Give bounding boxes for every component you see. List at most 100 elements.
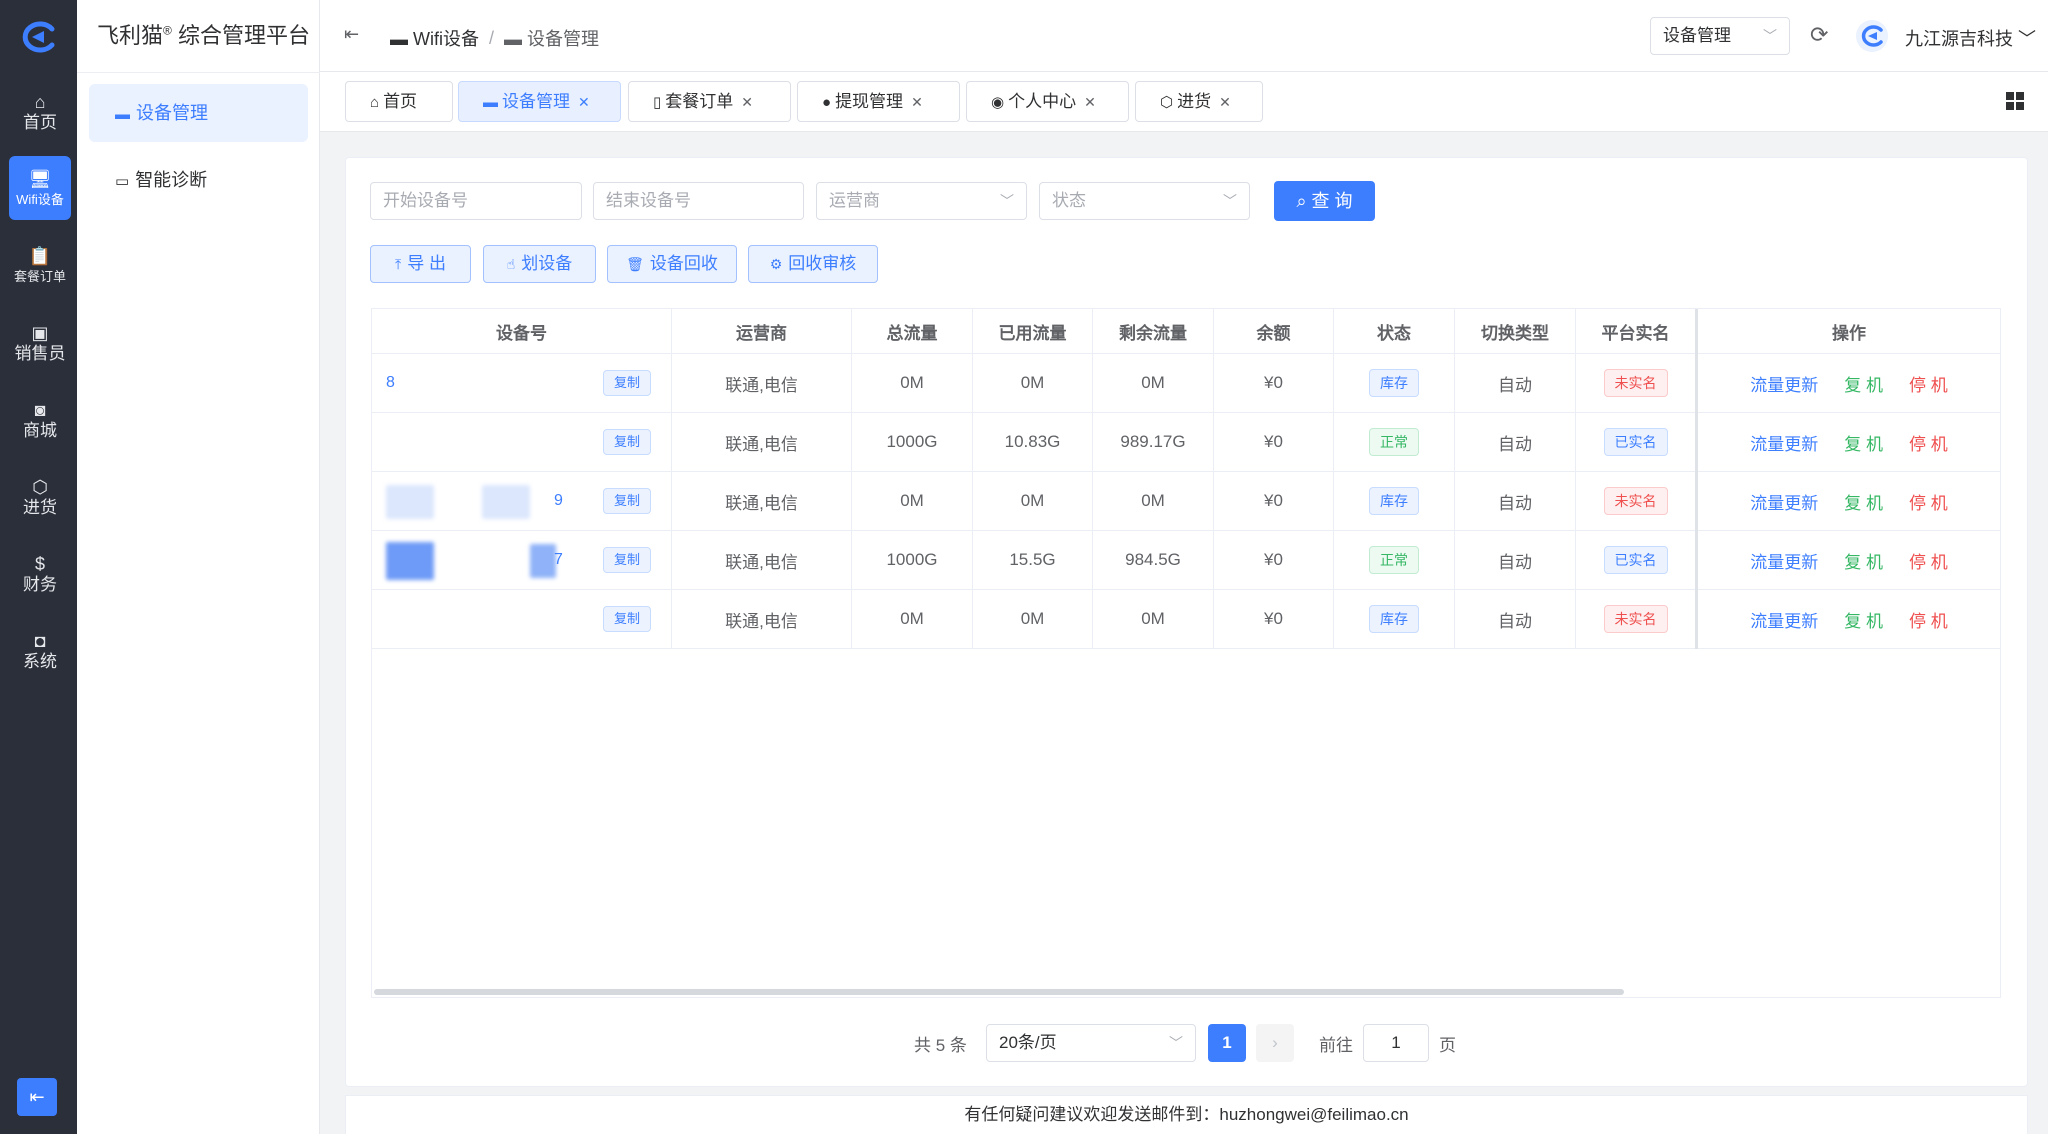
rail-item-shop[interactable]: ◙ 商城 [9, 387, 71, 451]
rail-item-label: 首页 [23, 113, 57, 132]
page-size-select[interactable]: 20条/页 ﹀ [986, 1024, 1196, 1062]
tab-purchase[interactable]: ⬡ 进货 ✕ [1135, 81, 1263, 122]
tab-label: 进货 [1177, 92, 1212, 111]
rail-item-package-orders[interactable]: 📋 套餐订单 [9, 233, 71, 297]
query-button[interactable]: ⌕ 查 询 [1274, 181, 1375, 221]
column-header-used-flow[interactable]: 已用流量 [973, 309, 1093, 354]
query-label: 查 询 [1311, 191, 1353, 211]
resume-link[interactable]: 复 机 [1844, 371, 1883, 396]
rail-item-finance[interactable]: $ 财务 [9, 541, 71, 605]
page-size-value: 20条/页 [999, 1033, 1057, 1052]
close-icon[interactable]: ✕ [578, 94, 590, 110]
flow-update-link[interactable]: 流量更新 [1750, 489, 1818, 514]
next-page-button[interactable]: › [1256, 1024, 1294, 1062]
resume-link[interactable]: 复 机 [1844, 548, 1883, 573]
balance-cell: ¥0 [1214, 472, 1334, 530]
tab-label: 设备管理 [502, 92, 570, 111]
copy-button[interactable]: 复制 [603, 488, 652, 514]
operator-cell: 联通,电信 [672, 590, 852, 648]
breadcrumb-item-wifi[interactable]: ▬ Wifi设备 [390, 25, 479, 51]
tab-label: 首页 [383, 92, 418, 111]
column-header-realname[interactable]: 平台实名 [1576, 309, 1696, 354]
column-header-remaining-flow[interactable]: 剩余流量 [1093, 309, 1214, 354]
goto-page-input[interactable]: 1 [1363, 1024, 1429, 1062]
start-device-input[interactable]: 开始设备号 [370, 182, 582, 220]
suspend-link[interactable]: 停 机 [1909, 430, 1948, 455]
rail-item-purchase[interactable]: ⬡ 进货 [9, 464, 71, 528]
flow-update-link[interactable]: 流量更新 [1750, 607, 1818, 632]
monitor-icon: ▬ [390, 29, 414, 49]
resume-link[interactable]: 复 机 [1844, 430, 1883, 455]
column-header-total-flow[interactable]: 总流量 [852, 309, 973, 354]
rail-item-wifi-device[interactable]: 🖥 Wifi设备 [9, 156, 71, 220]
tab-personal-center[interactable]: ◉ 个人中心 ✕ [966, 81, 1129, 122]
rail-item-system[interactable]: ◘ 系统 [9, 618, 71, 682]
rail-item-label: 套餐订单 [13, 269, 66, 284]
operator-select[interactable]: 运营商 ﹀ [816, 182, 1027, 220]
column-header-device-no[interactable]: 设备号 [372, 309, 672, 354]
page-number-current[interactable]: 1 [1208, 1024, 1246, 1062]
copy-button[interactable]: 复制 [603, 606, 652, 632]
rail-item-salesperson[interactable]: ▣ 销售员 [9, 310, 71, 374]
suspend-link[interactable]: 停 机 [1909, 489, 1948, 514]
clipboard-icon: ▯ [653, 94, 662, 111]
close-icon[interactable]: ✕ [1084, 94, 1096, 110]
export-button[interactable]: ⤒ 导 出 [370, 245, 471, 283]
flow-update-link[interactable]: 流量更新 [1750, 371, 1818, 396]
tab-withdraw-management[interactable]: ● 提现管理 ✕ [797, 81, 960, 122]
close-icon[interactable]: ✕ [911, 94, 923, 110]
recycle-review-button[interactable]: ⚙ 回收审核 [748, 245, 878, 283]
grid-menu-icon[interactable] [2006, 92, 2024, 110]
column-header-operator[interactable]: 运营商 [672, 309, 852, 354]
tab-package-orders[interactable]: ▯ 套餐订单 ✕ [628, 81, 791, 122]
device-no-cell: 7 复制 [372, 531, 672, 589]
assign-device-button[interactable]: ☝ 划设备 [483, 245, 596, 283]
actions-cell: 流量更新 复 机 停 机 [1696, 354, 2000, 412]
sidebar-item-device-management[interactable]: ▬ 设备管理 [89, 84, 308, 142]
device-no-redacted: 9 [386, 485, 576, 519]
sidebar-item-smart-diagnosis[interactable]: ▭ 智能诊断 [89, 151, 308, 209]
end-device-input[interactable]: 结束设备号 [593, 182, 804, 220]
user-menu[interactable]: 九江源吉科技 ﹀ [1905, 25, 2036, 51]
device-recycle-button[interactable]: 🗑 设备回收 [607, 245, 737, 283]
screen-icon: ▭ [115, 173, 130, 190]
resume-link[interactable]: 复 机 [1844, 607, 1883, 632]
coin-icon: ● [822, 94, 832, 111]
column-header-status[interactable]: 状态 [1334, 309, 1455, 354]
suspend-link[interactable]: 停 机 [1909, 371, 1948, 396]
copy-button[interactable]: 复制 [603, 429, 652, 455]
rail-item-home[interactable]: ⌂ 首页 [9, 79, 71, 143]
suspend-link[interactable]: 停 机 [1909, 607, 1948, 632]
column-header-switch-type[interactable]: 切换类型 [1455, 309, 1576, 354]
remaining-flow-cell: 0M [1093, 590, 1214, 648]
fold-sidebar-icon[interactable]: ⇤ [344, 24, 359, 45]
close-icon[interactable]: ✕ [1219, 94, 1231, 110]
horizontal-scrollbar[interactable] [374, 989, 1624, 995]
chevron-right-icon: › [1272, 1033, 1278, 1052]
module-select[interactable]: 设备管理 ﹀ [1650, 17, 1790, 55]
remaining-flow-cell: 984.5G [1093, 531, 1214, 589]
close-icon[interactable]: ✕ [741, 94, 753, 110]
tab-device-management[interactable]: ▬ 设备管理 ✕ [458, 81, 621, 122]
refresh-icon[interactable]: ⟳ [1810, 22, 1828, 48]
avatar[interactable] [1856, 20, 1888, 52]
flow-update-link[interactable]: 流量更新 [1750, 430, 1818, 455]
rail-item-label: 进货 [23, 498, 57, 517]
copy-button[interactable]: 复制 [603, 547, 652, 573]
copy-button[interactable]: 复制 [603, 370, 652, 396]
clipboard-icon: 📋 [28, 246, 52, 266]
realname-cell: 未实名 [1576, 354, 1696, 412]
realname-badge: 已实名 [1603, 428, 1668, 456]
resume-link[interactable]: 复 机 [1844, 489, 1883, 514]
operator-cell: 联通,电信 [672, 472, 852, 530]
collapse-rail-button[interactable]: ⇤ [17, 1078, 57, 1116]
tab-home[interactable]: ⌂ 首页 [345, 81, 453, 122]
flow-update-link[interactable]: 流量更新 [1750, 548, 1818, 573]
coin-icon: $ [34, 554, 45, 574]
status-badge: 正常 [1369, 546, 1419, 574]
status-select[interactable]: 状态 ﹀ [1039, 182, 1250, 220]
suspend-link[interactable]: 停 机 [1909, 548, 1948, 573]
status-cell: 正常 [1334, 531, 1455, 589]
column-header-balance[interactable]: 余额 [1214, 309, 1334, 354]
total-count: 共 5 条 [914, 1036, 967, 1055]
